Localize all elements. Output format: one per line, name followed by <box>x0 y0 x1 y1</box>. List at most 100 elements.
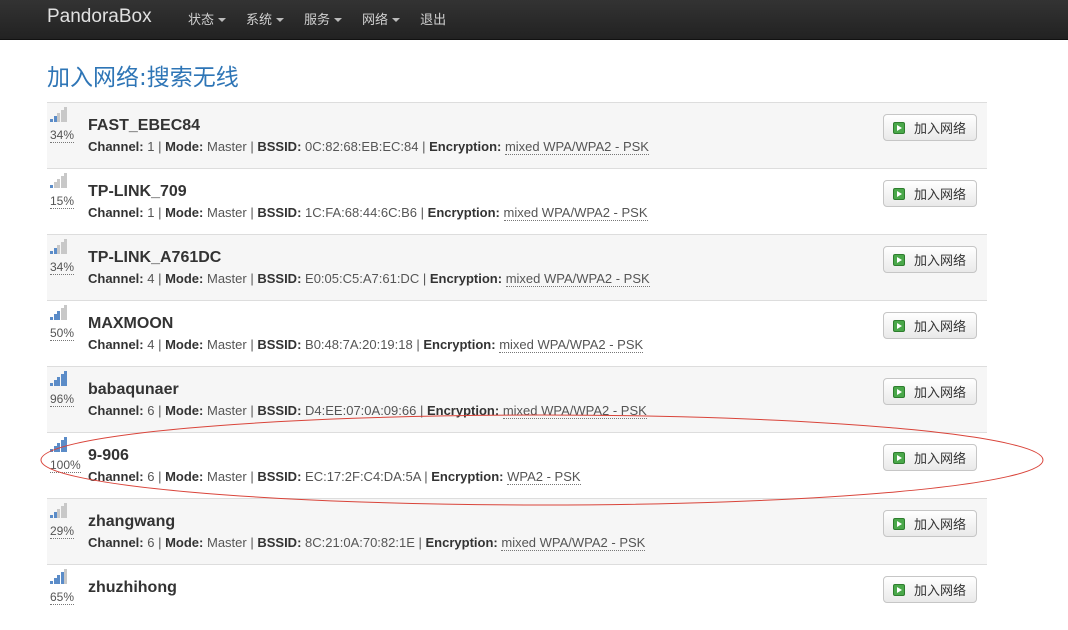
network-ssid: zhangwang <box>88 513 176 530</box>
network-ssid: MAXMOON <box>88 315 174 332</box>
encryption-value: mixed WPA/WPA2 - PSK <box>504 139 649 155</box>
bssid-label: BSSID: <box>257 337 302 352</box>
network-ssid: TP-LINK_709 <box>88 183 187 200</box>
separator: | <box>246 337 258 352</box>
join-network-label: 加入网络 <box>914 319 967 334</box>
signal-bar <box>64 239 67 254</box>
separator: | <box>418 139 430 154</box>
join-network-button[interactable]: 加入网络 <box>883 510 977 537</box>
mode-value: Master <box>207 403 247 418</box>
signal-percent: 100% <box>50 458 81 473</box>
signal-bar <box>64 437 67 452</box>
separator: | <box>154 337 166 352</box>
network-row: 15% TP-LINK_709 Channel: 1 | Mode: Master … <box>47 168 987 234</box>
menu-network-label: 网络 <box>362 12 389 27</box>
join-network-label: 加入网络 <box>914 187 967 202</box>
network-row: 34% TP-LINK_A761DC Channel: 4 | Mode: Mast… <box>47 234 987 300</box>
chevron-down-icon <box>276 18 285 22</box>
network-row: 65% zhuzhihong 加入网络 <box>47 564 987 630</box>
wifi-signal-icon <box>50 305 68 320</box>
network-ssid: babaqunaer <box>88 381 179 398</box>
wifi-signal-icon <box>50 371 68 386</box>
separator: | <box>154 469 166 484</box>
separator: | <box>414 535 426 550</box>
separator: | <box>246 205 258 220</box>
separator: | <box>154 535 166 550</box>
signal-percent: 34% <box>50 260 75 275</box>
join-network-button[interactable]: 加入网络 <box>883 312 977 339</box>
menu-status-label: 状态 <box>188 12 215 27</box>
play-icon <box>893 385 905 398</box>
page-title: 加入网络:搜索无线 <box>47 65 239 91</box>
menu-status[interactable]: 状态 <box>188 0 227 39</box>
encryption-label: Encryption: <box>427 205 500 220</box>
wifi-signal-icon <box>50 107 68 122</box>
play-icon <box>893 253 905 266</box>
bssid-value: 8C:21:0A:70:82:1E <box>305 535 415 550</box>
separator: | <box>246 469 258 484</box>
bssid-label: BSSID: <box>257 139 302 154</box>
network-row: 96% babaqunaer Channel: 6 | Mode: Master |… <box>47 366 987 432</box>
join-network-button[interactable]: 加入网络 <box>883 576 977 603</box>
bssid-label: BSSID: <box>257 535 302 550</box>
mode-label: Mode: <box>165 403 204 418</box>
network-ssid: FAST_EBEC84 <box>88 117 201 134</box>
chevron-down-icon <box>218 18 227 22</box>
join-network-button[interactable]: 加入网络 <box>883 378 977 405</box>
network-row: 34% FAST_EBEC84 Channel: 1 | Mode: Master … <box>47 102 987 168</box>
play-icon <box>893 451 905 464</box>
separator: | <box>417 205 428 220</box>
wifi-signal-icon <box>50 569 68 584</box>
mode-value: Master <box>207 337 247 352</box>
bssid-label: BSSID: <box>257 403 302 418</box>
network-row: 29% zhangwang Channel: 6 | Mode: Master | … <box>47 498 987 564</box>
play-icon <box>893 319 905 332</box>
join-network-label: 加入网络 <box>914 517 967 532</box>
separator: | <box>412 337 424 352</box>
signal-percent: 50% <box>50 326 75 341</box>
network-ssid: TP-LINK_A761DC <box>88 249 222 266</box>
network-details: Channel: 6 | Mode: Master | BSSID: 8C:21… <box>88 535 646 551</box>
join-network-label: 加入网络 <box>914 253 967 268</box>
main-menu: 状态 系统 服务 网络 退出 <box>188 0 466 39</box>
separator: | <box>419 271 430 286</box>
menu-system-label: 系统 <box>246 12 273 27</box>
signal-percent: 34% <box>50 128 75 143</box>
bssid-label: BSSID: <box>257 469 302 484</box>
encryption-label: Encryption: <box>429 271 503 286</box>
menu-system[interactable]: 系统 <box>246 0 285 39</box>
signal-percent: 29% <box>50 524 75 539</box>
separator: | <box>246 535 258 550</box>
menu-logout[interactable]: 退出 <box>420 0 446 39</box>
join-network-button[interactable]: 加入网络 <box>883 444 977 471</box>
signal-bar <box>64 107 67 122</box>
menu-services[interactable]: 服务 <box>304 0 343 39</box>
separator: | <box>246 271 258 286</box>
channel-label: Channel: <box>88 535 144 550</box>
bssid-value: D4:EE:07:0A:09:66 <box>305 403 417 418</box>
join-network-label: 加入网络 <box>914 451 967 466</box>
network-ssid: zhuzhihong <box>88 579 177 596</box>
network-details: Channel: 6 | Mode: Master | BSSID: D4:EE… <box>88 403 647 419</box>
play-icon <box>893 121 905 134</box>
wifi-signal-icon <box>50 173 68 188</box>
signal-percent: 96% <box>50 392 75 407</box>
signal-bar <box>64 173 67 188</box>
menu-services-label: 服务 <box>304 12 331 27</box>
bssid-value: E0:05:C5:A7:61:DC <box>305 271 420 286</box>
join-network-button[interactable]: 加入网络 <box>883 246 977 273</box>
brand-logo[interactable]: PandoraBox <box>47 6 152 28</box>
menu-network[interactable]: 网络 <box>362 0 401 39</box>
signal-bar <box>64 503 67 518</box>
mode-value: Master <box>207 535 247 550</box>
mode-value: Master <box>207 205 247 220</box>
mode-label: Mode: <box>165 139 204 154</box>
join-network-button[interactable]: 加入网络 <box>883 114 977 141</box>
mode-label: Mode: <box>165 205 204 220</box>
menu-logout-label: 退出 <box>420 12 447 27</box>
signal-bar <box>64 371 67 386</box>
bssid-value: B0:48:7A:20:19:18 <box>305 337 413 352</box>
separator: | <box>154 403 166 418</box>
chevron-down-icon <box>334 18 343 22</box>
join-network-button[interactable]: 加入网络 <box>883 180 977 207</box>
